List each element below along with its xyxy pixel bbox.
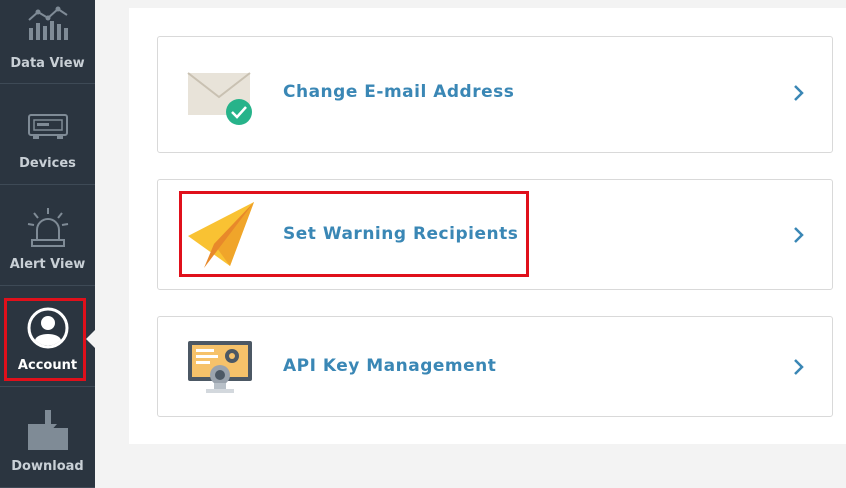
sidebar-item-download[interactable]: Download bbox=[0, 388, 95, 488]
api-key-management-card[interactable]: API Key Management bbox=[157, 316, 833, 417]
sidebar-item-alert-view[interactable]: Alert View bbox=[0, 186, 95, 286]
alarm-light-icon bbox=[26, 206, 70, 252]
download-folder-icon bbox=[26, 408, 70, 456]
device-icon bbox=[27, 113, 69, 145]
sidebar-item-label: Devices bbox=[19, 156, 76, 171]
card-label: Change E-mail Address bbox=[283, 82, 515, 102]
chevron-right-icon bbox=[792, 83, 806, 103]
chevron-right-icon bbox=[792, 357, 806, 377]
chevron-right-icon bbox=[792, 225, 806, 245]
bar-chart-icon bbox=[26, 6, 70, 44]
sidebar-item-data-view[interactable]: Data View bbox=[0, 0, 95, 84]
sidebar-item-label: Alert View bbox=[9, 257, 86, 272]
sidebar-item-label: Data View bbox=[10, 56, 85, 71]
sidebar-item-label: Download bbox=[11, 459, 84, 474]
sidebar: Data View Devices Alert View Account Dow… bbox=[0, 0, 95, 488]
account-highlight-box bbox=[4, 298, 86, 381]
envelope-check-icon bbox=[186, 71, 256, 131]
card-label: API Key Management bbox=[283, 356, 497, 376]
change-email-card[interactable]: Change E-mail Address bbox=[157, 36, 833, 153]
sidebar-item-devices[interactable]: Devices bbox=[0, 85, 95, 185]
set-warning-recipients-highlight bbox=[179, 191, 529, 277]
computer-settings-icon bbox=[186, 339, 254, 399]
active-pointer bbox=[86, 330, 95, 348]
